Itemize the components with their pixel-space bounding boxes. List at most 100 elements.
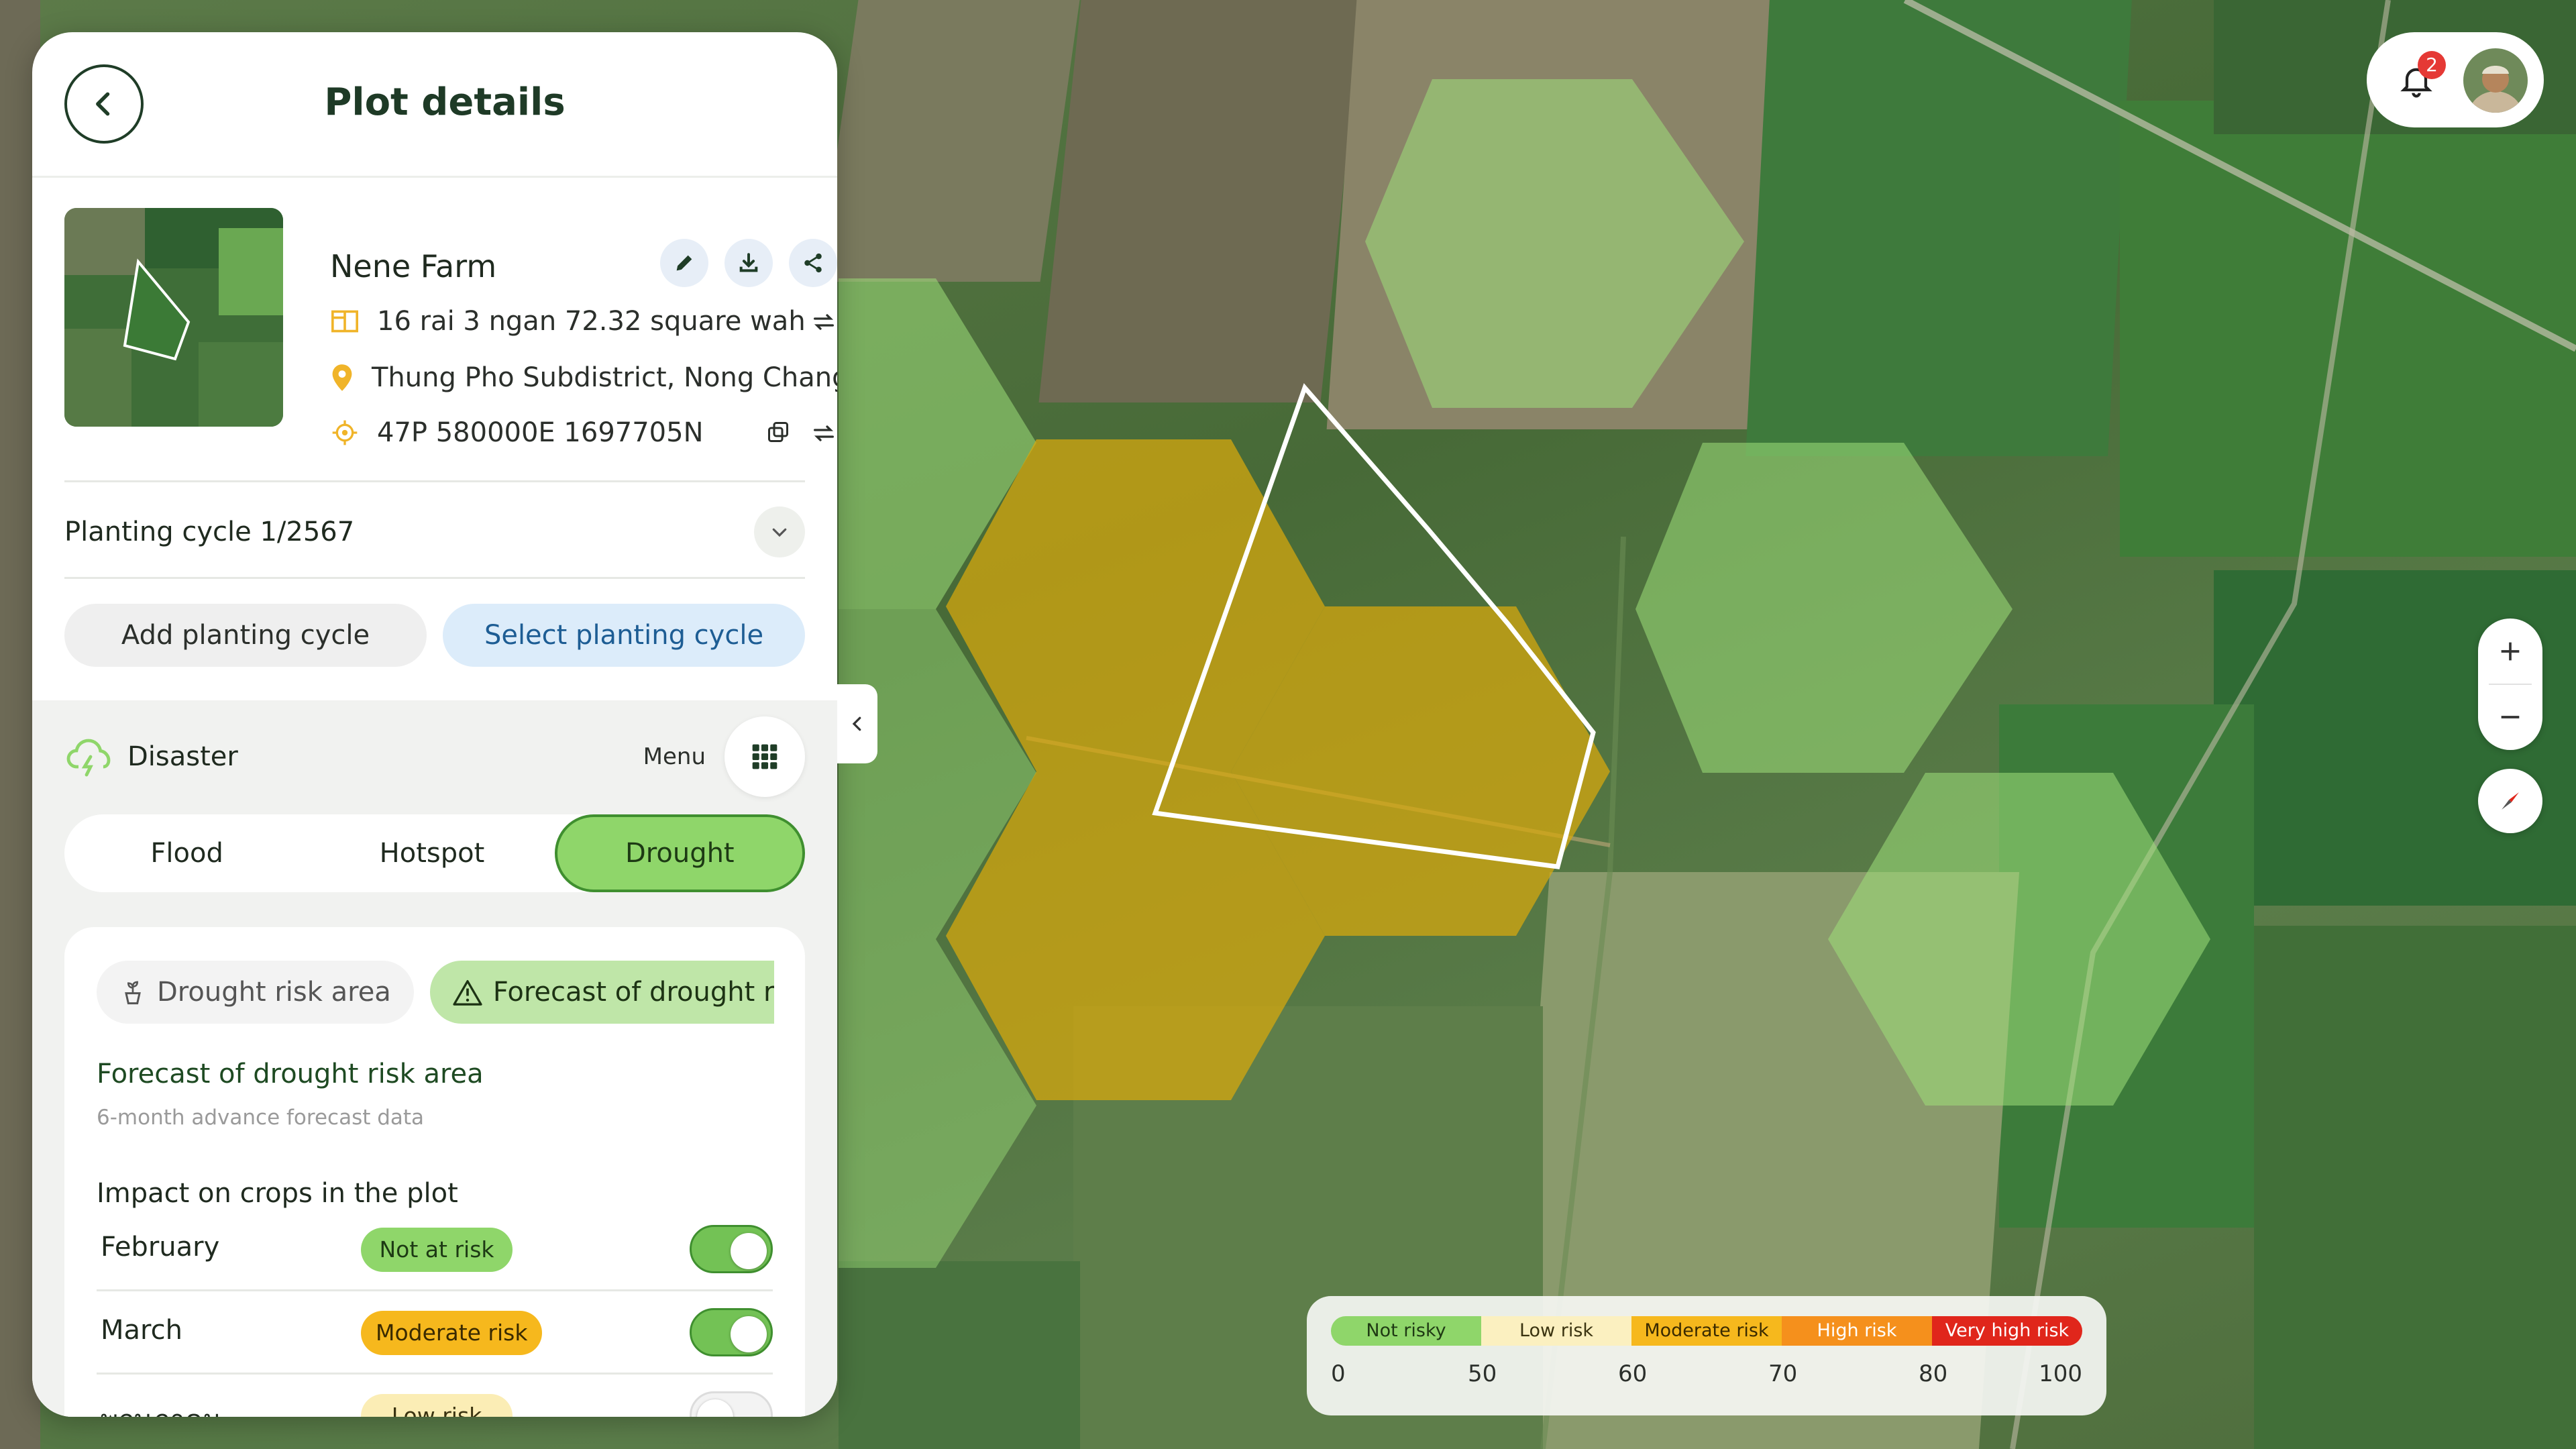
farm-summary: Nene Farm 16 rai 3 ngan 72.32 square wah bbox=[64, 208, 837, 483]
farm-actions bbox=[660, 239, 837, 287]
download-icon bbox=[739, 253, 758, 272]
month-layer-toggle[interactable] bbox=[690, 1225, 773, 1273]
risk-hex-not-risky bbox=[1635, 443, 2012, 773]
select-planting-cycle-button[interactable]: Select planting cycle bbox=[443, 604, 805, 667]
chip-forecast-drought-risk[interactable]: Forecast of drought risk area bbox=[429, 961, 774, 1024]
legend-tick: 70 bbox=[1768, 1360, 1798, 1387]
user-card: 2 bbox=[2367, 32, 2544, 127]
notification-count-badge: 2 bbox=[2418, 51, 2446, 79]
zoom-out-button[interactable] bbox=[2478, 684, 2542, 750]
month-name: March bbox=[101, 1315, 182, 1346]
area-value: 16 rai 3 ngan 72.32 square wah bbox=[377, 306, 806, 337]
month-row: พฤษภาคม Low risk bbox=[97, 1375, 773, 1417]
avatar[interactable] bbox=[2463, 48, 2528, 113]
grid-menu-icon bbox=[752, 744, 777, 769]
plus-icon bbox=[2501, 642, 2520, 661]
planting-cycle-label: Planting cycle 1/2567 bbox=[64, 517, 355, 547]
edit-button[interactable] bbox=[660, 239, 708, 287]
drought-layer-chips: Drought risk area Forecast of drought ri… bbox=[97, 961, 774, 1024]
pencil-icon bbox=[676, 255, 692, 271]
disaster-tabs: Flood Hotspot Drought bbox=[64, 814, 805, 892]
risk-legend: Not risky Low risk Moderate risk High risk V… bbox=[1307, 1296, 2106, 1415]
download-button[interactable] bbox=[724, 239, 773, 287]
risk-hex-not-risky bbox=[1365, 79, 1744, 408]
impact-title: Impact on crops in the plot bbox=[97, 1178, 458, 1209]
compass-icon bbox=[2502, 792, 2519, 810]
share-button[interactable] bbox=[789, 239, 837, 287]
risk-status-badge: Not at risk bbox=[361, 1228, 513, 1272]
divider bbox=[64, 480, 805, 482]
month-row: February Not at risk bbox=[97, 1209, 773, 1291]
crosshair-icon bbox=[330, 419, 360, 446]
panel-header: Plot details bbox=[32, 32, 837, 178]
legend-category: High risk bbox=[1782, 1316, 1932, 1346]
legend-tick: 100 bbox=[2039, 1360, 2082, 1387]
toggle-knob bbox=[731, 1316, 767, 1352]
swap-format-icon[interactable] bbox=[810, 420, 837, 447]
area-tools bbox=[810, 309, 837, 335]
plot-thumbnail-image bbox=[64, 208, 283, 427]
toggle-knob bbox=[697, 1399, 733, 1417]
swap-units-icon[interactable] bbox=[810, 309, 837, 335]
collapse-panel-button[interactable] bbox=[837, 684, 877, 763]
plot-thumbnail[interactable] bbox=[64, 208, 283, 427]
zoom-in-button[interactable] bbox=[2478, 619, 2542, 684]
minus-icon bbox=[2501, 716, 2520, 718]
location-pin-icon bbox=[330, 363, 354, 392]
zoom-controls bbox=[2478, 619, 2542, 750]
legend-category: Very high risk bbox=[1932, 1316, 2082, 1346]
compass-button[interactable] bbox=[2478, 769, 2542, 833]
month-name: February bbox=[101, 1232, 220, 1263]
zoom-divider bbox=[2489, 684, 2532, 685]
copy-icon[interactable] bbox=[766, 420, 790, 444]
storm-cloud-icon bbox=[66, 739, 111, 777]
drought-card: Drought risk area Forecast of drought ri… bbox=[64, 927, 805, 1417]
risk-status-badge: Low risk bbox=[361, 1394, 513, 1417]
legend-category: Low risk bbox=[1481, 1316, 1631, 1346]
plant-pot-icon bbox=[125, 981, 141, 1005]
tab-flood[interactable]: Flood bbox=[64, 814, 309, 892]
warning-icon bbox=[453, 980, 482, 1006]
coordinates-row: 47P 580000E 1697705N bbox=[330, 417, 703, 448]
chevron-down-icon bbox=[772, 528, 787, 537]
share-icon bbox=[804, 253, 822, 273]
month-layer-toggle[interactable] bbox=[690, 1308, 773, 1356]
disaster-menu-button[interactable] bbox=[724, 716, 805, 797]
farm-name: Nene Farm bbox=[330, 248, 497, 284]
legend-tick: 60 bbox=[1618, 1360, 1648, 1387]
location-value: Thung Pho Subdistrict, Nong Chang Distri… bbox=[372, 362, 837, 393]
legend-tick: 50 bbox=[1468, 1360, 1497, 1387]
legend-category: Not risky bbox=[1331, 1316, 1481, 1346]
planting-cycle-dropdown[interactable]: Planting cycle 1/2567 bbox=[64, 495, 805, 569]
divider bbox=[64, 577, 805, 579]
coordinates-value: 47P 580000E 1697705N bbox=[377, 417, 704, 448]
legend-category: Moderate risk bbox=[1631, 1316, 1782, 1346]
toggle-knob bbox=[731, 1233, 767, 1269]
area-icon bbox=[330, 308, 360, 335]
forecast-title: Forecast of drought risk area bbox=[97, 1059, 484, 1089]
disaster-label: Disaster bbox=[127, 741, 238, 772]
chevron-left-icon bbox=[852, 716, 861, 731]
month-name: พฤษภาคม bbox=[101, 1398, 221, 1417]
legend-bar: Not risky Low risk Moderate risk High risk V… bbox=[1331, 1316, 2082, 1346]
area-row: 16 rai 3 ngan 72.32 square wah bbox=[330, 306, 806, 337]
tab-hotspot[interactable]: Hotspot bbox=[309, 814, 554, 892]
risk-hex-not-risky bbox=[1828, 773, 2210, 1106]
legend-tick: 80 bbox=[1919, 1360, 1948, 1387]
coordinates-tools bbox=[766, 420, 837, 447]
menu-label: Menu bbox=[643, 743, 706, 770]
tab-drought[interactable]: Drought bbox=[554, 814, 805, 892]
location-row: Thung Pho Subdistrict, Nong Chang Distri… bbox=[330, 362, 837, 393]
plot-details-panel: Plot details Nene Farm 16 rai 3 ngan 72.… bbox=[32, 32, 837, 1417]
planting-cycle-toggle[interactable] bbox=[754, 506, 805, 557]
add-planting-cycle-button[interactable]: Add planting cycle bbox=[64, 604, 427, 667]
chip-label: Drought risk area bbox=[157, 977, 391, 1008]
risk-status-badge: Moderate risk bbox=[361, 1311, 543, 1355]
user-photo bbox=[2463, 48, 2528, 113]
planting-cycle-actions: Add planting cycle Select planting cycle bbox=[64, 604, 805, 667]
forecast-subtitle: 6-month advance forecast data bbox=[97, 1106, 425, 1130]
month-layer-toggle[interactable] bbox=[690, 1391, 773, 1417]
month-row: March Moderate risk bbox=[97, 1292, 773, 1375]
legend-tick: 0 bbox=[1331, 1360, 1346, 1387]
chip-drought-risk-area[interactable]: Drought risk area bbox=[97, 961, 414, 1024]
